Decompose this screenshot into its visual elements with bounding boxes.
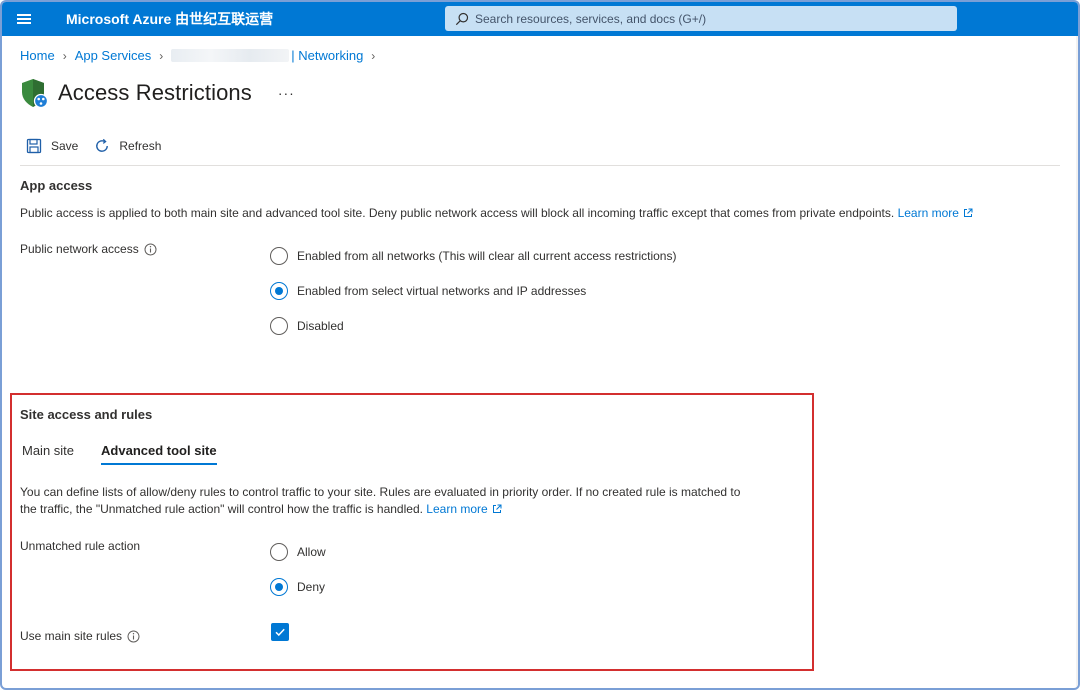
info-icon[interactable] [127, 630, 140, 643]
global-search[interactable] [445, 6, 957, 31]
portal-window: Microsoft Azure 由世纪互联运营 Home › App Servi… [0, 0, 1080, 690]
radio-label: Deny [297, 580, 326, 594]
save-label: Save [51, 139, 79, 153]
app-access-description-text: Public access is applied to both main si… [20, 206, 895, 220]
site-access-description-text: the traffic, the "Unmatched rule action"… [20, 501, 423, 516]
radio-circle[interactable] [270, 247, 288, 265]
page-title: Access Restrictions [58, 80, 252, 105]
unmatched-rule-action-label: Unmatched rule action [20, 539, 140, 553]
radio-circle[interactable] [270, 543, 288, 561]
page-header: Access Restrictions ··· [20, 76, 295, 110]
save-icon [26, 138, 42, 154]
checkmark-icon [275, 628, 285, 637]
site-access-learn-more-link[interactable]: Learn more [426, 501, 502, 516]
chevron-right-icon: › [371, 48, 376, 63]
use-main-site-rules-checkbox[interactable] [271, 623, 289, 641]
site-access-description: You can define lists of allow/deny rules… [20, 484, 810, 517]
site-access-description-line2: the traffic, the "Unmatched rule action"… [20, 501, 810, 518]
toolbar-divider [20, 165, 1060, 166]
radio-allow[interactable]: Allow [270, 543, 326, 561]
chevron-right-icon: › [159, 48, 164, 63]
chevron-right-icon: › [62, 48, 67, 63]
learn-more-text: Learn more [426, 501, 488, 516]
save-button[interactable]: Save [26, 138, 78, 154]
public-network-access-label: Public network access [20, 242, 157, 256]
search-input[interactable] [475, 11, 935, 26]
app-access-heading: App access [20, 178, 93, 193]
app-access-learn-more-link[interactable]: Learn more [898, 206, 973, 220]
menu-button[interactable] [2, 2, 46, 36]
radio-enabled-select-networks[interactable]: Enabled from select virtual networks and… [270, 282, 586, 300]
refresh-button[interactable]: Refresh [94, 138, 161, 154]
scroll-edge [1076, 36, 1078, 688]
breadcrumb-redacted-resource[interactable] [171, 49, 290, 62]
external-link-icon [492, 504, 502, 513]
site-access-description-line1: You can define lists of allow/deny rules… [20, 485, 741, 499]
use-main-site-rules-label: Use main site rules [20, 629, 140, 643]
radio-circle[interactable] [270, 317, 288, 335]
use-main-site-rules-text: Use main site rules [20, 629, 123, 643]
radio-circle-checked[interactable] [270, 282, 288, 300]
search-icon [455, 12, 469, 25]
radio-disabled[interactable]: Disabled [270, 317, 344, 335]
radio-label: Enabled from select virtual networks and… [297, 284, 587, 298]
more-options-button[interactable]: ··· [278, 85, 295, 101]
app-access-description: Public access is applied to both main si… [20, 205, 973, 222]
top-bar: Microsoft Azure 由世纪互联运营 [2, 2, 1078, 36]
info-icon[interactable] [144, 243, 157, 256]
public-network-access-text: Public network access [20, 242, 139, 256]
breadcrumb-networking[interactable]: | Networking [291, 48, 363, 63]
breadcrumb-home[interactable]: Home [20, 48, 55, 63]
learn-more-text: Learn more [897, 206, 959, 220]
site-tabs: Main site Advanced tool site [22, 443, 244, 465]
site-access-heading: Site access and rules [20, 407, 153, 422]
radio-circle-checked[interactable] [270, 578, 288, 596]
breadcrumb: Home › App Services › | Networking › [20, 48, 383, 63]
radio-label: Disabled [297, 319, 344, 333]
refresh-label: Refresh [119, 139, 162, 153]
unmatched-rule-action-text: Unmatched rule action [20, 539, 141, 553]
tab-main-site[interactable]: Main site [22, 443, 74, 465]
breadcrumb-app-services[interactable]: App Services [75, 48, 152, 63]
tab-advanced-tool-site[interactable]: Advanced tool site [101, 443, 217, 465]
radio-label: Allow [297, 545, 326, 559]
refresh-icon [96, 138, 109, 152]
brand-title[interactable]: Microsoft Azure 由世纪互联运营 [66, 9, 273, 29]
radio-enabled-all-networks[interactable]: Enabled from all networks (This will cle… [270, 247, 676, 265]
radio-label: Enabled from all networks (This will cle… [297, 249, 677, 263]
external-link-icon [963, 208, 973, 217]
command-bar: Save Refresh [26, 138, 177, 154]
shield-network-icon [22, 79, 49, 109]
hamburger-icon [17, 14, 31, 24]
radio-deny[interactable]: Deny [270, 578, 325, 596]
